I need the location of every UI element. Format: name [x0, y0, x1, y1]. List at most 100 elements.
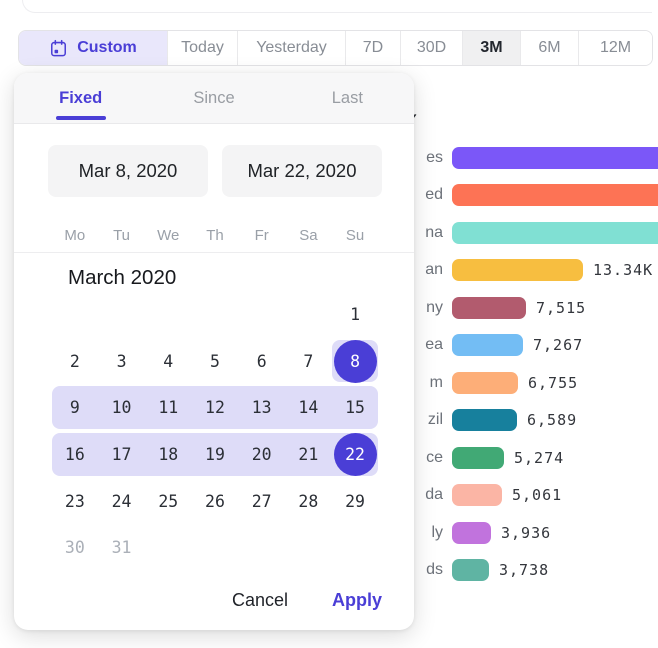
- calendar-week-row: 1: [52, 291, 379, 338]
- day-3[interactable]: 3: [98, 338, 145, 385]
- day-28[interactable]: 28: [285, 478, 332, 525]
- day-17[interactable]: 17: [98, 431, 145, 478]
- day-2[interactable]: 2: [52, 338, 99, 385]
- day-4[interactable]: 4: [145, 338, 192, 385]
- day-number: 17: [112, 445, 132, 464]
- day-6[interactable]: 6: [238, 338, 285, 385]
- day-13[interactable]: 13: [238, 384, 285, 431]
- weekday-su: Su: [332, 225, 379, 252]
- calendar-week-row: 234 5678: [52, 338, 379, 385]
- day-11[interactable]: 11: [145, 384, 192, 431]
- country-value: 7,515: [536, 299, 586, 317]
- start-date-input[interactable]: Mar 8, 2020: [48, 145, 208, 197]
- day-number: 24: [112, 492, 132, 511]
- country-value: 5,061: [512, 486, 562, 504]
- country-bar[interactable]: [452, 297, 526, 319]
- cancel-button[interactable]: Cancel: [232, 590, 288, 611]
- country-bar[interactable]: [452, 409, 517, 431]
- day-empty: [238, 524, 285, 571]
- weekday-tu: Tu: [98, 225, 145, 252]
- day-19[interactable]: 19: [192, 431, 239, 478]
- range-option-label: 12M: [600, 39, 631, 57]
- range-option-30d[interactable]: 30D: [400, 31, 462, 65]
- day-number: 5: [210, 352, 220, 371]
- range-option-6m[interactable]: 6M: [520, 31, 578, 65]
- range-option-12m[interactable]: 12M: [578, 31, 652, 65]
- date-picker-popup: FixedSinceLast Mar 8, 2020 Mar 22, 2020 …: [14, 73, 414, 630]
- calendar-week-row: 910 11 12 13 14 15: [52, 384, 379, 431]
- day-14[interactable]: 14: [285, 384, 332, 431]
- range-option-7d[interactable]: 7D: [345, 31, 400, 65]
- day-1[interactable]: 1: [332, 291, 379, 338]
- weekday-th: Th: [192, 225, 239, 252]
- day-number: 4: [163, 352, 173, 371]
- country-bar[interactable]: [452, 334, 523, 356]
- range-option-label: 6M: [538, 39, 560, 57]
- range-option-label: Today: [181, 39, 224, 57]
- day-27[interactable]: 27: [238, 478, 285, 525]
- day-empty: [192, 291, 239, 338]
- country-bar[interactable]: [452, 184, 658, 206]
- country-bar[interactable]: [452, 447, 504, 469]
- popup-actions: Cancel Apply: [232, 590, 382, 611]
- day-15[interactable]: 15: [332, 384, 379, 431]
- day-26[interactable]: 26: [192, 478, 239, 525]
- country-value: 3,936: [501, 524, 551, 542]
- tab-last[interactable]: Last: [281, 73, 414, 123]
- day-30[interactable]: 30: [52, 524, 99, 571]
- range-option-today[interactable]: Today: [167, 31, 237, 65]
- country-bar[interactable]: [452, 222, 658, 244]
- country-bar[interactable]: [452, 559, 489, 581]
- day-number: 23: [65, 492, 85, 511]
- calendar-week-row: 23 24 25 26 27 28 29: [52, 478, 379, 525]
- date-picker-tabs: FixedSinceLast: [14, 73, 414, 124]
- day-number: 27: [252, 492, 272, 511]
- day-8[interactable]: 8: [332, 338, 379, 385]
- day-23[interactable]: 23: [52, 478, 99, 525]
- day-number: 13: [252, 398, 272, 417]
- day-number: 21: [298, 445, 318, 464]
- day-25[interactable]: 25: [145, 478, 192, 525]
- country-value: 13.34K: [593, 261, 653, 279]
- country-bar[interactable]: [452, 147, 658, 169]
- day-9[interactable]: 9: [52, 384, 99, 431]
- country-value: 7,267: [533, 336, 583, 354]
- day-24[interactable]: 24: [98, 478, 145, 525]
- day-empty: [145, 291, 192, 338]
- calendar-icon: [49, 39, 68, 58]
- day-16[interactable]: 16: [52, 431, 99, 478]
- country-bar[interactable]: [452, 522, 491, 544]
- day-number: 19: [205, 445, 225, 464]
- day-18[interactable]: 18: [145, 431, 192, 478]
- country-bar[interactable]: [452, 372, 518, 394]
- active-tab-underline: [56, 116, 106, 120]
- day-number: 29: [345, 492, 365, 511]
- range-option-custom[interactable]: Custom: [19, 31, 167, 65]
- day-31[interactable]: 31: [98, 524, 145, 571]
- day-21[interactable]: 21: [285, 431, 332, 478]
- calendar-grid: 1234567891011121314151617181920212223242…: [52, 291, 379, 571]
- day-5[interactable]: 5: [192, 338, 239, 385]
- weekday-header: MoTuWeThFrSaSu: [14, 225, 414, 253]
- selected-day-circle: 22: [334, 433, 377, 476]
- day-10[interactable]: 10: [98, 384, 145, 431]
- day-number: 26: [205, 492, 225, 511]
- day-7[interactable]: 7: [285, 338, 332, 385]
- weekday-columns: MoTuWeThFrSaSu: [52, 225, 379, 252]
- range-option-3m[interactable]: 3M: [462, 31, 520, 65]
- page: esednaan13.34Kny7,515ea7,267m6,755zil6,5…: [0, 0, 658, 648]
- day-empty: [52, 291, 99, 338]
- day-number: 11: [158, 398, 178, 417]
- day-number: 14: [298, 398, 318, 417]
- apply-button[interactable]: Apply: [332, 590, 382, 611]
- day-29[interactable]: 29: [332, 478, 379, 525]
- day-12[interactable]: 12: [192, 384, 239, 431]
- tab-fixed[interactable]: Fixed: [14, 73, 147, 123]
- country-bar[interactable]: [452, 484, 502, 506]
- country-bar[interactable]: [452, 259, 583, 281]
- tab-since[interactable]: Since: [147, 73, 280, 123]
- day-22[interactable]: 22: [332, 431, 379, 478]
- range-option-yesterday[interactable]: Yesterday: [237, 31, 345, 65]
- day-20[interactable]: 20: [238, 431, 285, 478]
- end-date-input[interactable]: Mar 22, 2020: [222, 145, 382, 197]
